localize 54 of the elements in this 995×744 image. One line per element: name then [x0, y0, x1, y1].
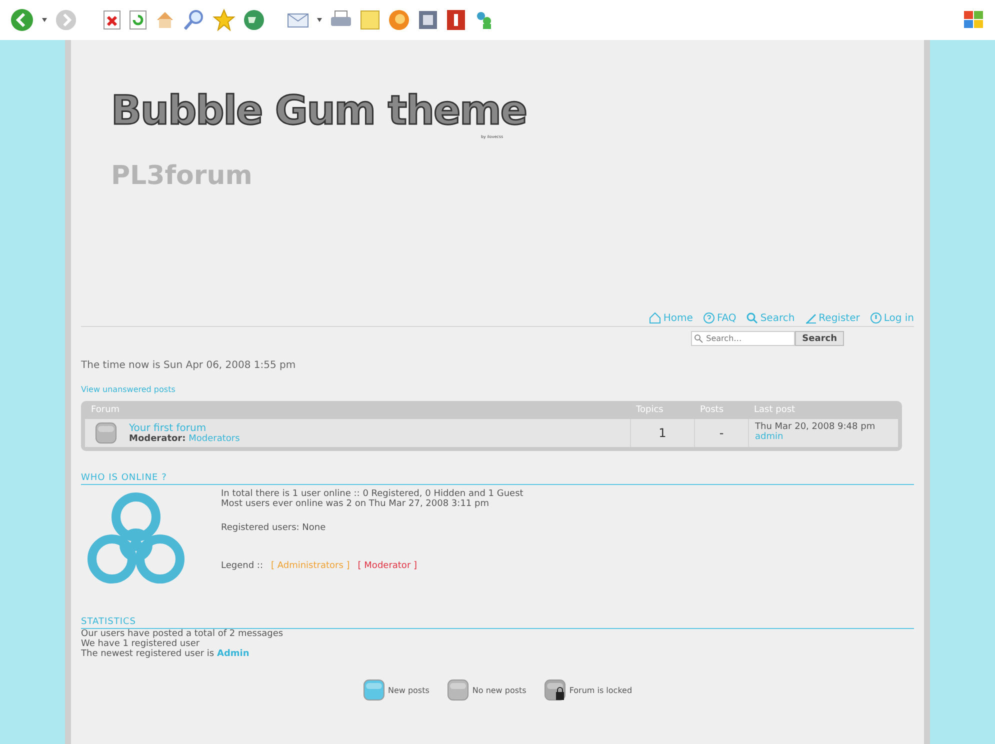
forum-title-link[interactable]: Your first forum: [129, 422, 206, 434]
legend-group: [ Administrators ]: [271, 561, 350, 571]
folder-icon: [362, 679, 385, 701]
posts-count: -: [694, 419, 748, 447]
unanswered-posts-link[interactable]: View unanswered posts: [81, 385, 176, 394]
section-heading: STATISTICS: [81, 617, 914, 629]
statistics-line: Our users have posted a total of 2 messages: [81, 629, 284, 639]
nav-link[interactable]: Log in: [870, 312, 914, 324]
moderator-link[interactable]: Moderators: [188, 434, 240, 444]
pen-icon: [804, 312, 817, 324]
caret-icon[interactable]: [317, 18, 322, 22]
current-time: The time now is Sun Apr 06, 2008 1:55 pm: [81, 360, 297, 371]
search-field[interactable]: Search…: [691, 331, 796, 346]
online-info: Most users ever online was 2 on Thu Mar 27, 2008 3:11 pm: [221, 499, 490, 509]
nav-link[interactable]: Search: [746, 312, 795, 324]
moderator-line: Moderator: Moderators: [129, 434, 240, 444]
note-icon[interactable]: [360, 10, 380, 30]
user-link[interactable]: Admin: [216, 649, 250, 659]
search-button[interactable]: Search: [795, 331, 844, 346]
nav-link[interactable]: FAQ: [702, 312, 736, 324]
last-post-time: Thu Mar 20, 2008 9:48 pm: [755, 422, 876, 432]
star-icon[interactable]: [213, 9, 235, 31]
legend-group: [ Moderator ]: [358, 561, 418, 571]
windows-logo-icon: [963, 9, 985, 31]
folder-icon: [544, 679, 566, 701]
refresh-icon[interactable]: [129, 10, 147, 30]
logo[interactable]: Bubble Gum theme: [111, 88, 526, 134]
question-icon: [702, 312, 715, 324]
search-icon: [746, 312, 758, 324]
legend-label: Legend ::: [221, 561, 263, 571]
caret-icon[interactable]: [42, 18, 47, 22]
back-icon[interactable]: [10, 8, 34, 32]
home-icon: [649, 312, 662, 324]
stop-icon[interactable]: [103, 10, 121, 30]
topics-count: 1: [630, 419, 694, 447]
statistics-line: The newest registered user is Admin: [81, 649, 250, 659]
icon-legend-label: Forum is locked: [569, 686, 632, 694]
search-icon: [694, 334, 704, 343]
search-icon[interactable]: [183, 9, 205, 31]
icon-legend-label: No new posts: [472, 686, 526, 694]
home-icon[interactable]: [155, 10, 175, 30]
last-post-user-link[interactable]: admin: [755, 432, 892, 442]
icon-legend-label: New posts: [388, 686, 430, 694]
site-title: PL3forum: [111, 161, 252, 191]
registered-users: Registered users: None: [221, 523, 327, 533]
section-heading: WHO IS ONLINE ?: [81, 473, 914, 485]
nav-link[interactable]: Home: [649, 312, 693, 324]
power-icon: [870, 312, 882, 324]
folder-icon: [95, 422, 117, 444]
statistics-line: We have 1 registered user: [81, 639, 201, 649]
folder-icon: [447, 679, 470, 701]
nav-link[interactable]: Register: [804, 312, 860, 324]
online-info: In total there is 1 user online :: 0 Registered, 0 Hidden and 1 Guest: [221, 489, 524, 499]
people-icon[interactable]: [474, 10, 494, 30]
